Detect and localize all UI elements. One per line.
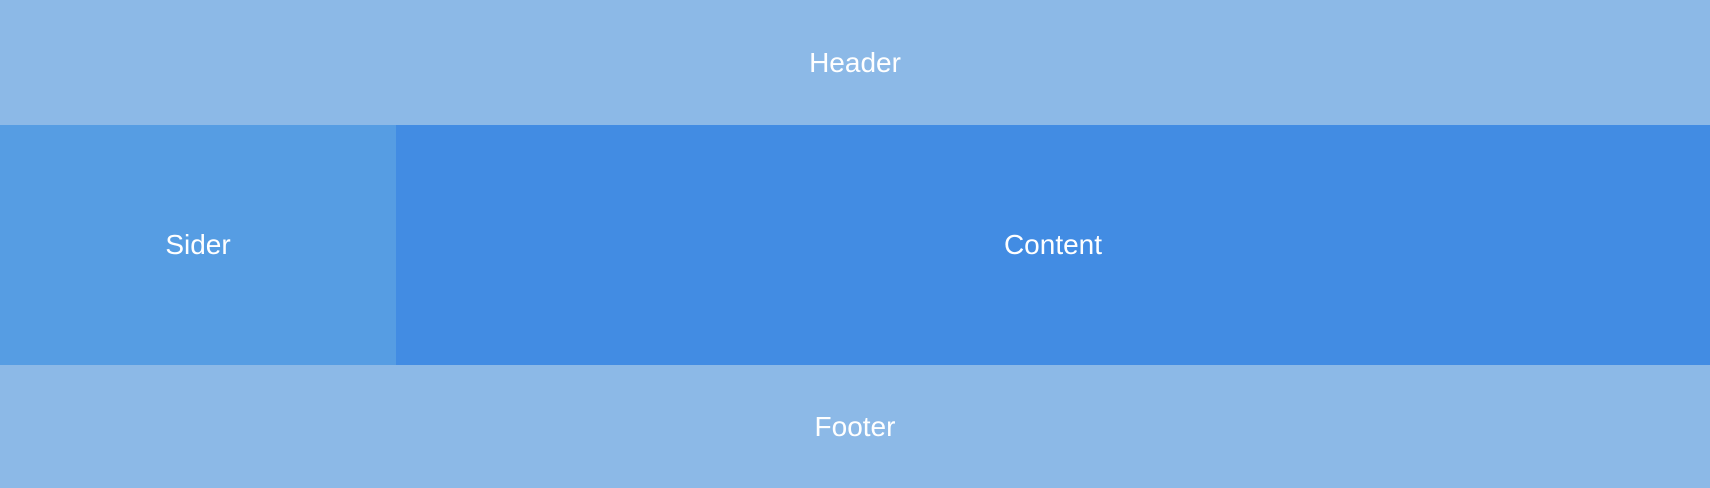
layout-demo: Header Sider Content Footer bbox=[0, 0, 1710, 488]
content: Content bbox=[396, 125, 1710, 365]
sider-label: Sider bbox=[165, 229, 231, 260]
header-label: Header bbox=[809, 46, 901, 78]
footer: Footer bbox=[0, 365, 1710, 488]
header: Header bbox=[0, 0, 1710, 125]
content-label: Content bbox=[1003, 229, 1103, 260]
sider: Sider bbox=[0, 125, 396, 365]
main-row: Sider Content bbox=[0, 125, 1710, 365]
footer-label: Footer bbox=[814, 410, 896, 442]
